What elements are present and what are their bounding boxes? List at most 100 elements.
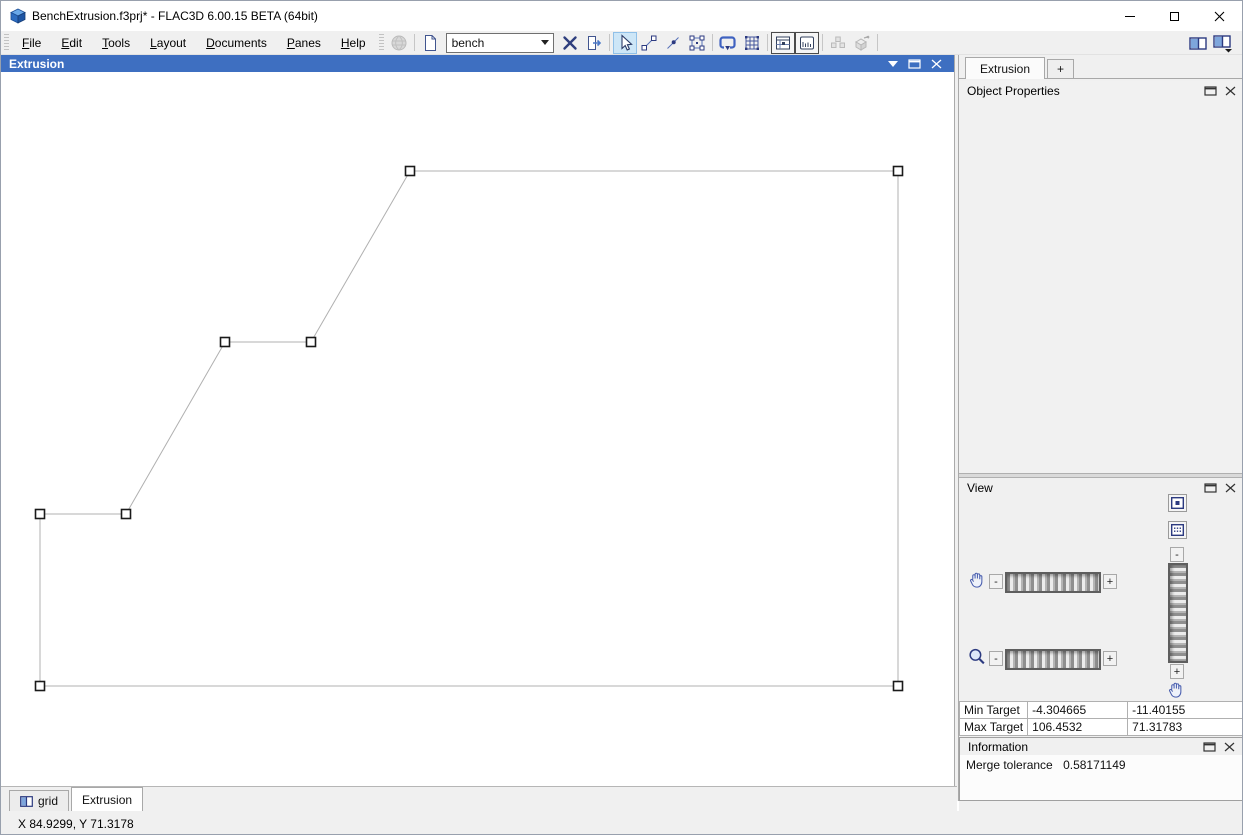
select-tool-button[interactable]: [612, 31, 637, 54]
extrusion-pane-title: Extrusion: [9, 56, 65, 71]
toolbar-separator: [413, 34, 415, 51]
toolbar-separator: [711, 34, 713, 51]
pan-minus-button[interactable]: -: [989, 574, 1003, 589]
menu-documents[interactable]: Documents: [196, 32, 277, 54]
toolbar-separator: [766, 34, 768, 51]
polygon-tool-button[interactable]: [685, 32, 709, 54]
export-button[interactable]: [582, 32, 606, 54]
split-view-menu-button[interactable]: [1210, 32, 1236, 54]
extrusion-canvas[interactable]: [1, 72, 954, 786]
window-title: BenchExtrusion.f3prj* - FLAC3D 6.00.15 B…: [32, 9, 318, 23]
view-fit-button[interactable]: [1168, 521, 1187, 539]
toolbar-separator: [608, 34, 610, 51]
section-minimize-icon[interactable]: [1204, 85, 1217, 96]
tab-extrusion[interactable]: Extrusion: [965, 57, 1046, 79]
export-icon: [587, 35, 601, 50]
section-close-icon[interactable]: [1225, 86, 1236, 96]
menu-file[interactable]: File: [12, 32, 51, 54]
combobox-arrow-icon: [538, 40, 553, 45]
tab-grid[interactable]: grid: [9, 790, 70, 811]
center-view-icon: [1171, 497, 1184, 509]
tab-add[interactable]: +: [1047, 59, 1075, 78]
polygon-vertex: [892, 165, 904, 177]
pane-menu-icon[interactable]: [888, 60, 898, 67]
globe-icon: [391, 35, 407, 50]
min-target-y[interactable]: -11.40155: [1127, 701, 1242, 719]
toolbar-gripper: [378, 33, 384, 52]
polygon-vertex: [305, 336, 317, 348]
information-title: Information: [968, 739, 1029, 754]
mesh-tool-button[interactable]: [740, 32, 764, 54]
close-icon: [1214, 11, 1225, 21]
extrude-button[interactable]: [850, 32, 874, 54]
split-view-button[interactable]: [1186, 32, 1210, 54]
add-edge-tool-button[interactable]: [637, 32, 661, 54]
min-target-x[interactable]: -4.304665: [1027, 701, 1129, 719]
new-document-button[interactable]: [418, 32, 442, 54]
tab-extrusion-bottom-label: Extrusion: [82, 792, 133, 807]
object-properties-section: Object Properties: [959, 81, 1242, 473]
view-body: - + - + - +: [959, 494, 1242, 701]
polygon-vertex: [219, 336, 231, 348]
maximize-icon: [1170, 11, 1179, 21]
pane-minimize-icon[interactable]: [908, 58, 921, 69]
pan-plus-button[interactable]: +: [1103, 574, 1117, 589]
globe-button[interactable]: [387, 32, 411, 54]
max-target-x[interactable]: 106.4532: [1027, 718, 1129, 736]
split-view-icon: [1189, 36, 1207, 50]
menu-edit[interactable]: Edit: [51, 32, 92, 54]
view-center-button[interactable]: [1168, 494, 1187, 512]
control-panel: Extrusion + Object Properties View - + -…: [958, 55, 1242, 811]
section-close-icon[interactable]: [1225, 483, 1236, 493]
tab-grid-label: grid: [38, 794, 59, 808]
zoom-plus-button[interactable]: +: [1103, 651, 1117, 666]
build-blocks-button[interactable]: [826, 32, 850, 54]
toolbar-gripper: [4, 33, 9, 52]
vertical-zoom-minus-button[interactable]: -: [1170, 547, 1184, 562]
plot-window-icon: [775, 36, 790, 49]
information-section: Information Merge tolerance 0.58171149: [959, 737, 1242, 801]
table-row: Max Target 106.4532 71.31783: [958, 718, 1242, 736]
pane-tabbar: grid Extrusion: [1, 786, 957, 811]
menu-help[interactable]: Help: [331, 32, 376, 54]
project-combobox[interactable]: bench: [445, 32, 554, 53]
close-button[interactable]: [1197, 1, 1242, 31]
section-minimize-icon[interactable]: [1204, 482, 1217, 493]
object-properties-title: Object Properties: [967, 83, 1060, 98]
plot-window-toggle-button[interactable]: [770, 31, 795, 54]
titlebar: BenchExtrusion.f3prj* - FLAC3D 6.00.15 B…: [1, 1, 1242, 31]
view-title: View: [967, 480, 993, 495]
pan-slider[interactable]: [1005, 572, 1101, 593]
polygon-vertex: [34, 680, 46, 692]
pan-hand-icon: [1169, 682, 1182, 698]
menu-layout[interactable]: Layout: [140, 32, 196, 54]
menu-panes[interactable]: Panes: [277, 32, 331, 54]
vertical-slider[interactable]: [1168, 563, 1188, 663]
add-edge-icon: [641, 35, 657, 50]
vertical-zoom-plus-button[interactable]: +: [1170, 664, 1184, 679]
pane-close-icon[interactable]: [931, 59, 942, 69]
build-blocks-icon: [830, 36, 845, 48]
zoom-slider[interactable]: [1005, 649, 1101, 670]
maximize-button[interactable]: [1152, 1, 1197, 31]
split-edge-icon: [666, 36, 679, 49]
tab-extrusion-bottom[interactable]: Extrusion: [71, 787, 144, 811]
delete-x-icon: [562, 35, 577, 50]
delete-button[interactable]: [558, 32, 582, 54]
extrusion-pane-header: Extrusion: [1, 55, 954, 72]
zoom-minus-button[interactable]: -: [989, 651, 1003, 666]
minimize-icon: [1124, 15, 1135, 17]
max-target-y[interactable]: 71.31783: [1127, 718, 1242, 736]
new-document-icon: [424, 34, 436, 51]
project-combobox-value: bench: [451, 35, 485, 50]
split-edge-tool-button[interactable]: [661, 32, 685, 54]
section-minimize-icon[interactable]: [1203, 741, 1216, 752]
lasso-tool-button[interactable]: [716, 32, 740, 54]
menu-tools[interactable]: Tools: [92, 32, 140, 54]
select-arrow-icon: [621, 33, 633, 51]
section-close-icon[interactable]: [1224, 742, 1235, 752]
pan-hand-icon: [970, 572, 983, 588]
minimize-button[interactable]: [1107, 1, 1152, 31]
console-window-toggle-button[interactable]: [794, 31, 819, 54]
polygon-vertex: [120, 508, 132, 520]
